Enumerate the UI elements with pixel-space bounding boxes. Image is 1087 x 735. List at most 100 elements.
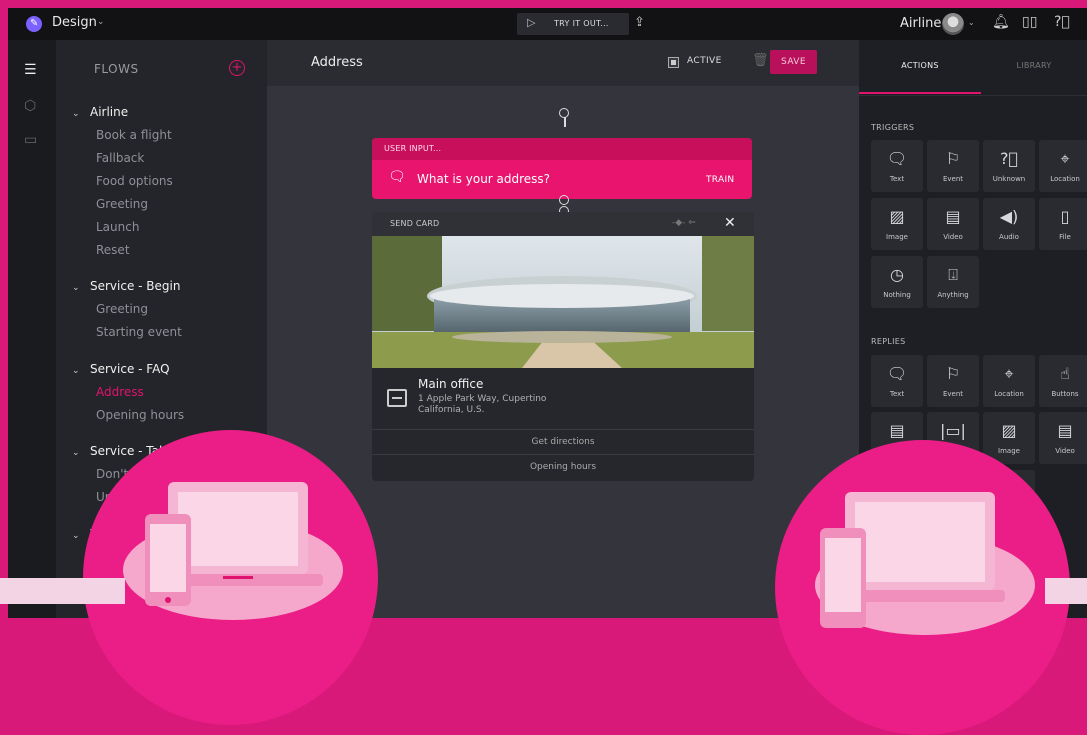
flow-item[interactable]: Book a flight <box>96 128 172 142</box>
flag-icon: ⚐ <box>945 364 961 383</box>
speech-bubble-icon: 🗨︎ <box>388 169 406 185</box>
card-icon <box>387 389 407 407</box>
project-name[interactable]: Airline <box>900 16 941 31</box>
chevron-down-icon[interactable]: ⌄ <box>97 17 105 27</box>
flow-item[interactable]: Reset <box>96 243 130 257</box>
panel-tabs: ACTIONS LIBRARY <box>859 40 1087 96</box>
app-logo-icon[interactable]: ✎ <box>26 16 42 32</box>
flow-item[interactable]: Greeting <box>96 197 148 211</box>
flow-item[interactable]: Launch <box>96 220 139 234</box>
trigger-tile-unknown[interactable]: ?⃝ Unknown <box>983 140 1035 192</box>
save-button[interactable]: SAVE <box>770 50 817 74</box>
card-address-line1: 1 Apple Park Way, Cupertino <box>418 394 547 404</box>
question-icon: ?⃝ <box>999 149 1019 168</box>
tab-actions[interactable]: ACTIONS <box>859 40 981 94</box>
try-it-out-label: TRY IT OUT... <box>554 19 609 28</box>
tab-library[interactable]: LIBRARY <box>981 40 1087 92</box>
try-it-out-button[interactable]: ▷ TRY IT OUT... <box>517 13 629 35</box>
device-cloud-illustration-left <box>83 430 378 725</box>
video-icon: ▤ <box>1057 421 1073 440</box>
add-flow-button[interactable]: + <box>229 60 245 76</box>
left-rail: ☰ ⬡ ▭ <box>8 40 56 618</box>
user-input-card[interactable]: USER INPUT... 🗨︎ What is your address? T… <box>372 138 752 199</box>
chevron-down-icon[interactable]: ⌄ <box>968 18 975 27</box>
chevron-down-icon: ⌄ <box>72 283 80 293</box>
trigger-tile-text[interactable]: 🗨︎ Text <box>871 140 923 192</box>
close-icon[interactable]: ✕ <box>724 215 736 231</box>
trigger-tile-nothing[interactable]: ◷ Nothing <box>871 256 923 308</box>
book-icon[interactable]: ▯▯ <box>1022 14 1037 30</box>
flow-group-service-faq[interactable]: ⌄ Service - FAQ <box>72 362 170 376</box>
flow-item-active[interactable]: Address <box>96 385 144 399</box>
user-input-label: USER INPUT... <box>384 144 442 153</box>
trigger-tile-event[interactable]: ⚐ Event <box>927 140 979 192</box>
opening-hours-button[interactable]: Opening hours <box>372 454 754 479</box>
carousel-icon: |▭| <box>940 421 966 440</box>
download-box-icon: ⍗ <box>948 265 958 284</box>
trigger-tile-audio[interactable]: ◀) Audio <box>983 198 1035 250</box>
connector-line <box>564 117 566 127</box>
card-tools-icon[interactable]: -◆- ⇐ <box>672 218 696 228</box>
crosshair-icon: ⌖ <box>1060 149 1070 168</box>
trigger-tile-file[interactable]: ▯ File <box>1039 198 1087 250</box>
audio-icon: ◀) <box>999 207 1019 226</box>
chevron-down-icon: ⌄ <box>72 109 80 119</box>
triggers-section-label: TRIGGERS <box>871 123 915 132</box>
reply-tile-location[interactable]: ⌖ Location <box>983 355 1035 407</box>
send-card[interactable]: SEND CARD -◆- ⇐ ✕ Main office 1 Apple Pa… <box>372 212 754 481</box>
flag-icon: ⚐ <box>945 149 961 168</box>
flow-item[interactable]: Food options <box>96 174 173 188</box>
bell-icon[interactable]: 🔔︎ <box>992 14 1010 30</box>
train-button[interactable]: TRAIN <box>706 175 734 185</box>
user-input-question[interactable]: What is your address? <box>417 172 550 186</box>
send-card-header: SEND CARD -◆- ⇐ ✕ <box>372 212 754 236</box>
flow-item[interactable]: Greeting <box>96 302 148 316</box>
clock-icon: ◷ <box>890 265 904 284</box>
speech-bubble-icon: 🗨︎ <box>886 149 908 168</box>
reply-tile-buttons[interactable]: ☝ Buttons <box>1039 355 1087 407</box>
app-title[interactable]: Design <box>52 15 97 30</box>
flows-header: FLOWS <box>94 62 139 76</box>
canvas-header: Address ACTIVE 🗑︎ SAVE <box>267 40 859 86</box>
reply-tile-event[interactable]: ⚐ Event <box>927 355 979 407</box>
connector-node[interactable] <box>559 195 569 205</box>
image-icon: ▨ <box>1001 421 1017 440</box>
trigger-tile-image[interactable]: ▨ Image <box>871 198 923 250</box>
flow-item[interactable]: Fallback <box>96 151 144 165</box>
top-bar: ✎ Design ⌄ ▷ TRY IT OUT... ⇪ Airline ⌄ 🔔… <box>8 8 1087 40</box>
pointer-icon: ☝ <box>1060 364 1070 383</box>
crosshair-icon: ⌖ <box>1004 364 1014 383</box>
get-directions-button[interactable]: Get directions <box>372 429 754 454</box>
card-address-line2: California, U.S. <box>418 405 485 415</box>
flow-item[interactable]: Opening hours <box>96 408 184 422</box>
flow-group-airline[interactable]: ⌄ Airline <box>72 105 128 119</box>
video-icon: ▤ <box>945 207 961 226</box>
trigger-tile-location[interactable]: ⌖ Location <box>1039 140 1087 192</box>
trigger-tile-video[interactable]: ▤ Video <box>927 198 979 250</box>
trigger-tile-anything[interactable]: ⍗ Anything <box>927 256 979 308</box>
file-icon: ▯ <box>1060 207 1070 226</box>
flow-item[interactable]: Starting event <box>96 325 182 339</box>
trash-icon[interactable]: 🗑︎ <box>752 53 769 68</box>
card-image <box>372 236 754 368</box>
decorative-bar-right <box>1045 578 1087 604</box>
decorative-bar-left <box>0 578 125 604</box>
flow-group-service-begin[interactable]: ⌄ Service - Begin <box>72 279 180 293</box>
archive-icon[interactable]: ▭ <box>24 132 37 148</box>
active-label: ACTIVE <box>687 56 722 66</box>
speech-bubble-icon: 🗨︎ <box>886 364 908 383</box>
cube-icon[interactable]: ⬡ <box>24 98 36 114</box>
share-icon[interactable]: ⇪ <box>634 15 645 30</box>
flows-icon[interactable]: ☰ <box>24 62 37 78</box>
image-icon: ▨ <box>889 207 905 226</box>
replies-section-label: REPLIES <box>871 337 906 346</box>
help-icon[interactable]: ?⃝ <box>1054 14 1070 30</box>
play-icon: ▷ <box>527 16 536 29</box>
avatar[interactable] <box>942 13 964 35</box>
chevron-down-icon: ⌄ <box>72 366 80 376</box>
page-title: Address <box>311 55 363 70</box>
send-card-label: SEND CARD <box>390 219 440 228</box>
active-checkbox[interactable] <box>668 57 679 68</box>
reply-tile-text[interactable]: 🗨︎ Text <box>871 355 923 407</box>
card-icon: ▤ <box>889 421 905 440</box>
